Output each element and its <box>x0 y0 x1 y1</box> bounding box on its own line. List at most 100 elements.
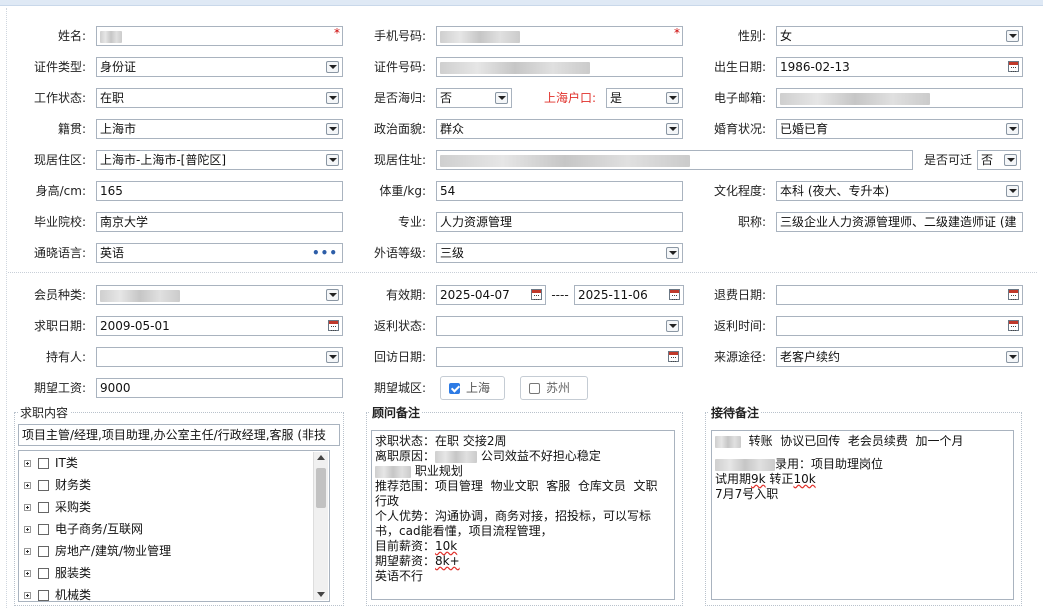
expand-icon[interactable] <box>24 460 31 467</box>
tree-item-apparel[interactable]: 服装类 <box>24 564 91 582</box>
calendar-icon[interactable] <box>1008 289 1019 300</box>
reception-notes-textarea[interactable]: 转账 协议已回传 老会员续费 加一个月 录用：项目助理岗位 试用期9k 转正10k 7… <box>711 430 1014 600</box>
checkbox-icon[interactable] <box>38 502 49 513</box>
scrollbar[interactable] <box>313 452 328 600</box>
chevron-down-icon[interactable] <box>495 92 508 104</box>
expand-icon[interactable] <box>24 548 31 555</box>
rebate-status-select[interactable] <box>436 316 683 336</box>
consultant-notes-title: 顾问备注 <box>370 404 423 421</box>
weight-field[interactable]: 54 <box>436 181 683 201</box>
major-field[interactable]: 人力资源管理 <box>436 212 683 232</box>
chevron-down-icon[interactable] <box>1006 123 1019 135</box>
valid-from-field[interactable]: 2025-04-07 <box>436 285 546 305</box>
chevron-down-icon[interactable] <box>666 123 679 135</box>
birth-value: 1986-02-13 <box>780 60 850 74</box>
expand-icon[interactable] <box>24 526 31 533</box>
calendar-icon[interactable] <box>1008 61 1019 72</box>
job-content-field[interactable]: 项目主管/经理,项目助理,办公室主任/行政经理,客服 (非技 <box>18 424 340 446</box>
idtype-select[interactable]: 身份证 <box>96 57 343 77</box>
expand-icon[interactable] <box>24 482 31 489</box>
city-option-suzhou[interactable]: 苏州 <box>520 376 588 400</box>
tree-item-finance[interactable]: 财务类 <box>24 476 91 494</box>
chevron-down-icon[interactable] <box>666 320 679 332</box>
workstatus-select[interactable]: 在职 <box>96 88 343 108</box>
checkbox-icon[interactable] <box>38 458 49 469</box>
calendar-icon[interactable] <box>328 320 339 331</box>
expand-icon[interactable] <box>24 504 31 511</box>
address-field[interactable] <box>436 150 913 170</box>
chevron-down-icon[interactable] <box>666 247 679 259</box>
chevron-down-icon[interactable] <box>326 61 339 73</box>
education-select[interactable]: 本科 (夜大、专升本) <box>776 181 1023 201</box>
hukou-select[interactable]: 是 <box>606 88 683 108</box>
tree-item-purchase[interactable]: 采购类 <box>24 498 91 516</box>
mobile-field[interactable]: * <box>436 26 683 46</box>
marital-select[interactable]: 已婚已育 <box>776 119 1023 139</box>
native-select[interactable]: 上海市 <box>96 119 343 139</box>
residence-area-select[interactable]: 上海市-上海市-[普陀区] <box>96 150 343 170</box>
holder-select[interactable] <box>96 347 343 367</box>
chevron-down-icon[interactable] <box>326 351 339 363</box>
chevron-down-icon[interactable] <box>326 289 339 301</box>
checkbox-icon[interactable] <box>38 590 49 601</box>
calendar-icon[interactable] <box>1008 320 1019 331</box>
visit-date-field[interactable] <box>436 347 683 367</box>
checkbox-icon[interactable] <box>38 568 49 579</box>
calendar-icon[interactable] <box>669 289 680 300</box>
consultant-notes-textarea[interactable]: 求职状态：在职 交接2周 离职原因： 公司效益不好担心稳定 职业规划 推荐范围：项目… <box>371 430 675 600</box>
chevron-down-icon[interactable] <box>326 123 339 135</box>
school-field[interactable]: 南京大学 <box>96 212 343 232</box>
checkbox-icon[interactable] <box>529 383 540 394</box>
scroll-up-icon[interactable] <box>317 455 325 460</box>
rebate-time-label: 返利时间: <box>713 319 766 333</box>
chevron-down-icon[interactable] <box>326 92 339 104</box>
email-field[interactable] <box>776 88 1023 108</box>
source-label: 来源途径: <box>713 350 766 364</box>
job-category-tree[interactable]: IT类 财务类 采购类 电子商务/互联网 房地产/建筑/物业管理 服装类 机械类 <box>18 450 330 602</box>
tree-item-realestate[interactable]: 房地产/建筑/物业管理 <box>24 542 171 560</box>
tree-item-machinery[interactable]: 机械类 <box>24 586 91 601</box>
expand-icon[interactable] <box>24 570 31 577</box>
relocate-select[interactable]: 否 <box>977 150 1021 170</box>
tree-item-it[interactable]: IT类 <box>24 454 78 472</box>
chevron-down-icon[interactable] <box>1006 30 1019 42</box>
checkbox-icon[interactable] <box>38 546 49 557</box>
note-text: 录用：项目助理岗位 <box>775 457 884 471</box>
checkbox-icon[interactable] <box>38 480 49 491</box>
source-select[interactable]: 老客户续约 <box>776 347 1023 367</box>
birth-date-field[interactable]: 1986-02-13 <box>776 57 1023 77</box>
scroll-down-icon[interactable] <box>317 592 325 597</box>
calendar-icon[interactable] <box>668 351 679 362</box>
tree-item-ecommerce[interactable]: 电子商务/互联网 <box>24 520 143 538</box>
height-field[interactable]: 165 <box>96 181 343 201</box>
jobdate-field[interactable]: 2009-05-01 <box>96 316 343 336</box>
language-field[interactable]: 英语 ••• <box>96 243 343 263</box>
rebate-time-field[interactable] <box>776 316 1023 336</box>
chevron-down-icon[interactable] <box>1006 185 1019 197</box>
name-field[interactable]: * <box>96 26 343 46</box>
checkbox-icon[interactable] <box>38 524 49 535</box>
title-field[interactable]: 三级企业人力资源管理师、二级建造师证 (建 <box>776 212 1023 232</box>
checkbox-checked-icon[interactable] <box>449 383 460 394</box>
gender-select[interactable]: 女 <box>776 26 1023 46</box>
expand-icon[interactable] <box>24 592 31 599</box>
city-option-shanghai[interactable]: 上海 <box>440 376 505 400</box>
chevron-down-icon[interactable] <box>1004 154 1017 166</box>
idno-field[interactable] <box>436 57 683 77</box>
foreign-level-select[interactable]: 三级 <box>436 243 683 263</box>
scrollbar-thumb[interactable] <box>316 468 326 508</box>
political-select[interactable]: 群众 <box>436 119 683 139</box>
returnee-select[interactable]: 否 <box>436 88 512 108</box>
redacted-idno <box>440 61 590 74</box>
valid-to-field[interactable]: 2025-11-06 <box>574 285 684 305</box>
note-text: 试用期 <box>715 472 752 486</box>
chevron-down-icon[interactable] <box>1006 351 1019 363</box>
calendar-icon[interactable] <box>531 289 542 300</box>
chevron-down-icon[interactable] <box>666 92 679 104</box>
redacted-mobile <box>440 30 520 43</box>
more-options-icon[interactable]: ••• <box>312 244 338 262</box>
refund-date-field[interactable] <box>776 285 1023 305</box>
member-type-select[interactable] <box>96 285 343 305</box>
chevron-down-icon[interactable] <box>326 154 339 166</box>
salary-field[interactable]: 9000 <box>96 378 343 398</box>
